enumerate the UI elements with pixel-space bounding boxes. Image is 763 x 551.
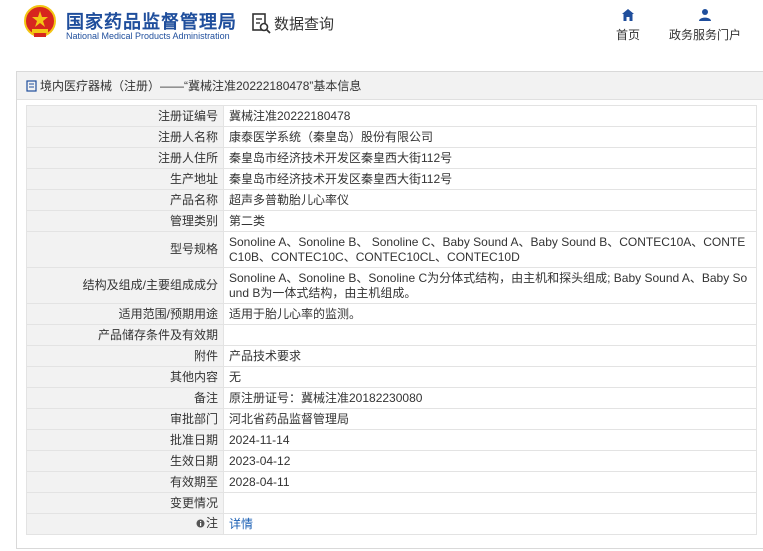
home-icon xyxy=(622,9,634,21)
table-row: 注册人名称 康泰医学系统（秦皇岛）股份有限公司 xyxy=(26,126,757,148)
row-value: 无 xyxy=(223,366,757,388)
row-label: 其他内容 xyxy=(26,366,224,388)
row-label: 注册人住所 xyxy=(26,147,224,169)
table-row: 结构及组成/主要组成成分 Sonoline A、Sonoline B、Sonoli… xyxy=(26,267,757,304)
row-label: 变更情况 xyxy=(26,492,224,514)
row-value: Sonoline A、Sonoline B、Sonoline C为分体式结构，由… xyxy=(223,267,757,304)
table-row: 变更情况 xyxy=(26,492,757,514)
note-label-cell: 注 xyxy=(26,513,224,535)
row-label: 产品名称 xyxy=(26,189,224,211)
row-label: 审批部门 xyxy=(26,408,224,430)
row-label: 适用范围/预期用途 xyxy=(26,303,224,325)
national-emblem-icon xyxy=(24,5,56,37)
row-label: 型号规格 xyxy=(26,231,224,268)
table-row: 附件 产品技术要求 xyxy=(26,345,757,367)
document-search-icon xyxy=(252,13,271,34)
data-query-label: 数据查询 xyxy=(274,15,335,33)
data-query-title: 数据查询 xyxy=(251,12,334,34)
table-row: 注 详情 xyxy=(26,513,757,535)
details-link[interactable]: 详情 xyxy=(229,517,253,531)
table-row: 审批部门 河北省药品监督管理局 xyxy=(26,408,757,430)
site-subtitle: National Medical Products Administration xyxy=(66,31,230,41)
table-row: 型号规格 Sonoline A、Sonoline B、 Sonoline C、Ba… xyxy=(26,231,757,268)
row-value: 适用于胎儿心率的监测。 xyxy=(223,303,757,325)
row-label: 生产地址 xyxy=(26,168,224,190)
row-value xyxy=(223,492,757,514)
table-row: 产品名称 超声多普勒胎儿心率仪 xyxy=(26,189,757,211)
nav-home[interactable]: 首页 xyxy=(613,8,643,43)
table-row: 产品储存条件及有效期 xyxy=(26,324,757,346)
row-value: 产品技术要求 xyxy=(223,345,757,367)
table-row: 注册人住所 秦皇岛市经济技术开发区秦皇西大街112号 xyxy=(26,147,757,169)
note-value-cell: 详情 xyxy=(223,513,757,535)
row-label: 有效期至 xyxy=(26,471,224,493)
note-label: 注 xyxy=(196,516,218,531)
row-label: 批准日期 xyxy=(26,429,224,451)
user-icon xyxy=(699,9,711,21)
row-value: 原注册证号：冀械注准20182230080 xyxy=(223,387,757,409)
table-row: 注册证编号 冀械注准20222180478 xyxy=(26,105,757,127)
row-label: 结构及组成/主要组成成分 xyxy=(26,267,224,304)
breadcrumb-text: 境内医疗器械（注册）——“冀械注准20222180478”基本信息 xyxy=(40,79,362,93)
row-value xyxy=(223,324,757,346)
note-label-text: 注 xyxy=(205,516,218,530)
row-value: 康泰医学系统（秦皇岛）股份有限公司 xyxy=(223,126,757,148)
row-value: 秦皇岛市经济技术开发区秦皇西大街112号 xyxy=(223,147,757,169)
row-label: 产品储存条件及有效期 xyxy=(26,324,224,346)
site-header: 国家药品监督管理局 National Medical Products Admi… xyxy=(0,0,763,60)
table-row: 有效期至 2028-04-11 xyxy=(26,471,757,493)
row-label: 备注 xyxy=(26,387,224,409)
nav-gov-service-portal[interactable]: 政务服务门户 xyxy=(665,8,745,43)
info-dot-icon xyxy=(196,519,205,528)
info-table: 注册证编号 冀械注准20222180478 注册人名称 康泰医学系统（秦皇岛）股份有… xyxy=(26,105,757,535)
row-label: 注册证编号 xyxy=(26,105,224,127)
table-row: 生效日期 2023-04-12 xyxy=(26,450,757,472)
row-label: 注册人名称 xyxy=(26,126,224,148)
document-icon xyxy=(26,79,37,92)
row-value: 第二类 xyxy=(223,210,757,232)
nav-home-label: 首页 xyxy=(615,28,640,42)
row-value: 秦皇岛市经济技术开发区秦皇西大街112号 xyxy=(223,168,757,190)
table-row: 批准日期 2024-11-14 xyxy=(26,429,757,451)
row-label: 附件 xyxy=(26,345,224,367)
row-value: 2028-04-11 xyxy=(223,471,757,493)
table-row: 适用范围/预期用途 适用于胎儿心率的监测。 xyxy=(26,303,757,325)
nav-gov-label: 政务服务门户 xyxy=(668,28,741,42)
row-value: 冀械注准20222180478 xyxy=(223,105,757,127)
row-value: 河北省药品监督管理局 xyxy=(223,408,757,430)
table-row: 管理类别 第二类 xyxy=(26,210,757,232)
row-label: 生效日期 xyxy=(26,450,224,472)
detail-panel: 境内医疗器械（注册）——“冀械注准20222180478”基本信息 注册证编号冀… xyxy=(16,71,763,549)
row-value: Sonoline A、Sonoline B、 Sonoline C、Baby S… xyxy=(223,231,757,268)
row-value: 超声多普勒胎儿心率仪 xyxy=(223,189,757,211)
table-row: 其他内容无 xyxy=(26,366,757,388)
breadcrumb: 境内医疗器械（注册）——“冀械注准20222180478”基本信息 xyxy=(17,72,763,100)
row-value: 2023-04-12 xyxy=(223,450,757,472)
row-value: 2024-11-14 xyxy=(223,429,757,451)
row-label: 管理类别 xyxy=(26,210,224,232)
table-row: 生产地址 秦皇岛市经济技术开发区秦皇西大街112号 xyxy=(26,168,757,190)
table-row: 备注 原注册证号：冀械注准20182230080 xyxy=(26,387,757,409)
